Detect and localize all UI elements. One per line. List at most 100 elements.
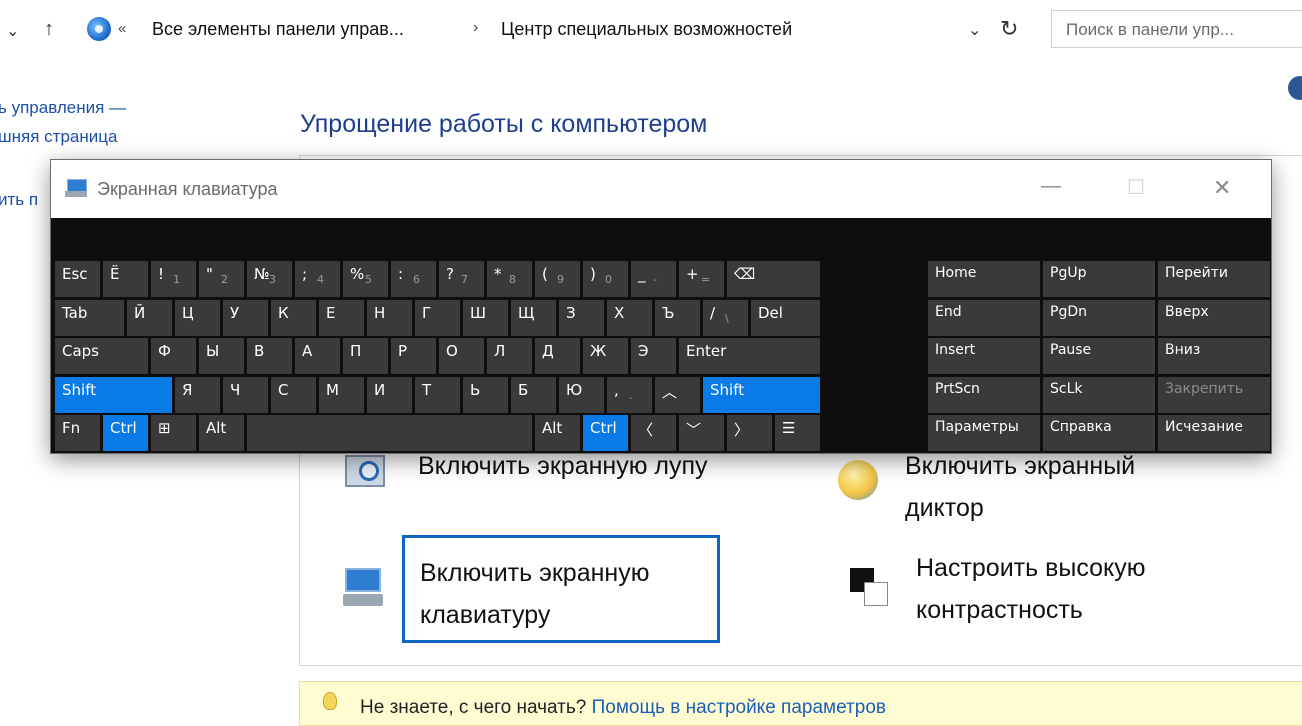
key-у[interactable]: У [223,299,268,336]
search-box[interactable]: Поиск в панели упр... [1051,10,1302,48]
high-contrast-link-line1[interactable]: Настроить высокую [916,548,1146,588]
minimize-icon[interactable]: — [1041,175,1061,198]
key-х[interactable]: Х [607,299,652,336]
key-shift-left[interactable]: Shift [55,376,172,413]
key-arrow-down[interactable]: ﹀ [679,415,724,451]
key-з[interactable]: З [559,299,604,336]
key-del[interactable]: Del [751,299,820,336]
nav-key-1-1[interactable]: PgDn [1043,299,1155,336]
key-ц[interactable]: Ц [175,299,220,336]
key-р[interactable]: Р [391,338,436,374]
key-3[interactable]: № 3 [247,261,292,297]
key-win[interactable]: ⊞ [151,415,196,451]
key-ч[interactable]: Ч [223,376,268,413]
key-е[interactable]: Е [319,299,364,336]
key-н[interactable]: Н [367,299,412,336]
key-8[interactable]: * 8 [487,261,532,297]
key-minus[interactable]: _ - [631,261,676,297]
key-с[interactable]: С [271,376,316,413]
maximize-icon[interactable]: ☐ [1127,175,1145,200]
recent-locations-chevron-icon[interactable]: ⌄ [6,21,19,41]
nav-key-1-2[interactable]: Вверх [1158,299,1270,336]
key-fn[interactable]: Fn [55,415,100,451]
nav-key-0-2[interactable]: Перейти [1158,261,1270,297]
nav-key-1-0[interactable]: End [928,299,1040,336]
high-contrast-icon[interactable] [850,568,890,608]
key-arrow-left[interactable]: 〈 [631,415,676,451]
key-э[interactable]: Э [631,338,676,374]
key-7[interactable]: ? 7 [439,261,484,297]
start-narrator-link-line2[interactable]: диктор [905,488,984,528]
help-icon[interactable] [1288,76,1302,100]
key-ctrl-left[interactable]: Ctrl [103,415,148,451]
refresh-icon[interactable]: ↻ [1000,16,1018,42]
nav-key-2-0[interactable]: Insert [928,338,1040,374]
nav-key-4-2[interactable]: Исчезание [1158,415,1270,451]
key-caps[interactable]: Caps [55,338,148,374]
nav-key-2-2[interactable]: Вниз [1158,338,1270,374]
key-alt-right[interactable]: Alt [535,415,580,451]
key-м[interactable]: М [319,376,364,413]
key-к[interactable]: К [271,299,316,336]
key-2[interactable]: " 2 [199,261,244,297]
key-6[interactable]: :6 [391,261,436,297]
key-ь[interactable]: Ь [463,376,508,413]
close-icon[interactable]: ✕ [1213,175,1231,201]
start-on-screen-keyboard-link-line2[interactable]: клавиатуру [420,595,550,635]
key-ж[interactable]: Ж [583,338,628,374]
magnifier-icon[interactable] [345,455,385,487]
narrator-icon[interactable] [838,460,878,500]
key-ю[interactable]: Ю [559,376,604,413]
key-enter[interactable]: Enter [679,338,820,374]
key-shift-right[interactable]: Shift [703,376,820,413]
key-alt-left[interactable]: Alt [199,415,244,451]
osk-title-bar[interactable]: Экранная клавиатура — ☐ ✕ [51,160,1271,218]
key-4[interactable]: ; 4 [295,261,340,297]
nav-key-3-0[interactable]: PrtScn [928,376,1040,413]
address-dropdown-chevron-icon[interactable]: ⌄ [968,20,981,40]
key-period[interactable]: ,. [607,376,652,413]
key-т[interactable]: Т [415,376,460,413]
key-menu[interactable]: ☰ [775,415,820,451]
nav-key-3-1[interactable]: ScLk [1043,376,1155,413]
tip-help-link[interactable]: Помощь в настройке параметров [592,697,886,718]
left-pane-link-partial[interactable]: ить п [0,190,38,210]
control-panel-home-link-line2[interactable]: шняя страница [0,127,117,147]
breadcrumb-all-items[interactable]: Все элементы панели управ... [152,19,404,40]
start-on-screen-keyboard-link-line1[interactable]: Включить экранную [420,553,649,593]
key-я[interactable]: Я [175,376,220,413]
key-yo[interactable]: Ё [103,261,148,297]
nav-key-2-1[interactable]: Pause [1043,338,1155,374]
key-backspace[interactable]: ⌫ [727,261,820,297]
key-г[interactable]: Г [415,299,460,336]
key-б[interactable]: Б [511,376,556,413]
key-ш[interactable]: Ш [463,299,508,336]
key-9[interactable]: (9 [535,261,580,297]
key-п[interactable]: П [343,338,388,374]
key-ф[interactable]: Ф [151,338,196,374]
key-equals[interactable]: + = [679,261,724,297]
breadcrumb-separator-icon[interactable]: › [473,19,478,37]
key-д[interactable]: Д [535,338,580,374]
key-а[interactable]: А [295,338,340,374]
key-0[interactable]: ) 0 [583,261,628,297]
key-и[interactable]: И [367,376,412,413]
breadcrumb-ease-of-access-center[interactable]: Центр специальных возможностей [501,19,792,40]
key-л[interactable]: Л [487,338,532,374]
key-ы[interactable]: Ы [199,338,244,374]
key-5[interactable]: % 5 [343,261,388,297]
nav-key-4-1[interactable]: Справка [1043,415,1155,451]
key-о[interactable]: О [439,338,484,374]
up-arrow-icon[interactable]: ↑ [44,18,54,41]
high-contrast-link-line2[interactable]: контрастность [916,590,1083,630]
key-space[interactable] [247,415,532,451]
key-ctrl-right[interactable]: Ctrl [583,415,628,451]
control-panel-home-link-line1[interactable]: ь управления — [0,98,126,118]
nav-key-0-0[interactable]: Home [928,261,1040,297]
key-ъ[interactable]: Ъ [655,299,700,336]
on-screen-keyboard-icon[interactable] [343,568,383,608]
breadcrumb-overflow[interactable]: « [118,20,126,37]
key-esc[interactable]: Esc [55,261,100,297]
key-щ[interactable]: Щ [511,299,556,336]
key-arrow-right[interactable]: 〉 [727,415,772,451]
